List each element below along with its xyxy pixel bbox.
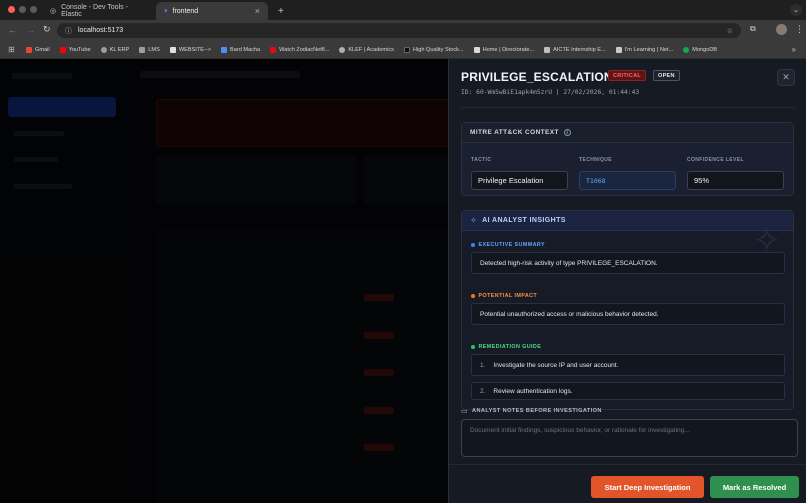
ai-heading: AI ANALYST INSIGHTS	[482, 217, 566, 224]
youtube-icon	[59, 46, 66, 53]
bookmark-youtube[interactable]: YouTube	[59, 46, 91, 53]
alert-title: PRIVILEGE_ESCALATION	[461, 70, 613, 84]
mark-resolved-button[interactable]: Mark as Resolved	[710, 476, 799, 498]
info-icon[interactable]: i	[563, 129, 571, 136]
tab-title: frontend	[172, 7, 199, 15]
technique-label: TECHNIQUE	[579, 157, 613, 163]
gmail-icon	[26, 46, 32, 53]
bookmark-gmail[interactable]: Gmail	[26, 46, 50, 53]
extensions-icon[interactable]: ⧉	[750, 24, 756, 34]
remediation-step: 2. Review authentication logs.	[471, 382, 785, 400]
bookmark-website[interactable]: WEBSITE-->	[169, 46, 211, 53]
technique-field[interactable]: T1068	[579, 171, 676, 190]
mitre-heading: MITRE ATT&CK CONTEXT	[470, 129, 559, 136]
bookmarks-bar: ⊞ Gmail YouTube KL ERP LMS WEBSITE--> Ba…	[0, 41, 806, 59]
status-badge: OPEN	[653, 70, 680, 81]
summary-dot-icon	[471, 243, 475, 247]
avatar[interactable]	[776, 24, 787, 35]
tab-title: Console - Dev Tools - Elastic	[61, 4, 128, 18]
bookmark-star-icon[interactable]: ☆	[727, 27, 733, 35]
footer-divider	[449, 464, 806, 465]
apps-grid-icon[interactable]: ⊞	[8, 45, 15, 54]
bard-icon	[220, 46, 227, 53]
bookmark-aicte[interactable]: AICTE Internship E...	[544, 46, 606, 53]
globe-icon: ◎	[50, 8, 57, 15]
more-bookmarks-icon[interactable]: »	[792, 45, 796, 54]
tactic-label: TACTIC	[471, 157, 492, 163]
lms-icon	[139, 46, 146, 53]
close-icon: ✕	[782, 72, 790, 82]
notes-label: ▭ ANALYST NOTES BEFORE INVESTIGATION	[461, 408, 602, 415]
confidence-label: CONFIDENCE LEVEL	[687, 157, 744, 163]
ai-sparkle-icon: ✧	[470, 216, 478, 225]
browser-tab-strip: ◎ Console - Dev Tools - Elastic ▾ fronte…	[0, 0, 806, 20]
alert-meta: ID: 60-Wm5wBiE1apk4m5zrU | 27/02/2026, 0…	[461, 89, 640, 96]
remediation-step: 1. Investigate the source IP and user acc…	[471, 354, 785, 376]
impact-dot-icon	[471, 294, 475, 298]
learning-icon	[615, 46, 622, 53]
confidence-field[interactable]: 95%	[687, 171, 784, 190]
divider	[461, 107, 795, 108]
forward-icon[interactable]: →	[26, 25, 35, 35]
website-icon	[169, 46, 176, 53]
severity-badge: CRITICAL	[608, 70, 647, 81]
ai-card-header: ✧ AI ANALYST INSIGHTS	[462, 211, 793, 231]
bookmark-mongodb[interactable]: MongoDB	[683, 46, 717, 53]
browser-menu-icon[interactable]: ⋮	[795, 24, 804, 35]
minimize-window-icon[interactable]	[19, 6, 26, 13]
impact-label: POTENTIAL IMPACT	[471, 293, 537, 299]
bookmark-bard[interactable]: Bard Macha	[220, 46, 260, 53]
tab-search-icon[interactable]: ⌄	[790, 4, 802, 16]
back-icon[interactable]: ←	[8, 25, 17, 35]
klef-icon	[339, 46, 346, 53]
mongodb-leaf-icon	[683, 46, 690, 53]
mitre-card-header: MITRE ATT&CK CONTEXT i	[462, 123, 793, 143]
close-window-icon[interactable]	[8, 6, 15, 13]
ai-insights-card: ✧ AI ANALYST INSIGHTS ✧ EXECUTIVE SUMMAR…	[461, 210, 794, 410]
impact-text: Potential unauthorized access or malicio…	[471, 303, 785, 325]
comment-icon: ▭	[461, 408, 469, 415]
browser-tab-devtools[interactable]: ◎ Console - Dev Tools - Elastic	[42, 2, 154, 20]
aicte-icon	[544, 46, 551, 53]
start-deep-investigation-button[interactable]: Start Deep Investigation	[591, 476, 704, 498]
netflix-icon	[270, 46, 277, 53]
bookmark-stock[interactable]: High Quality Stock...	[403, 46, 464, 53]
reload-icon[interactable]: ↻	[43, 24, 51, 35]
frontend-favicon-icon: ▾	[164, 8, 168, 15]
url-text: localhost:5173	[78, 27, 124, 34]
site-info-icon[interactable]: ⓘ	[65, 26, 72, 36]
bookmark-lms[interactable]: LMS	[139, 46, 160, 53]
bookmark-directorate[interactable]: Home | Directorate...	[473, 46, 534, 53]
remediation-label: REMEDIATION GUIDE	[471, 344, 541, 350]
mitre-context-card: MITRE ATT&CK CONTEXT i TACTIC Privilege …	[461, 122, 794, 196]
globe-icon	[100, 46, 107, 53]
bookmark-klef[interactable]: KLEF | Academics	[339, 46, 394, 53]
summary-text: Detected high-risk activity of type PRIV…	[471, 252, 785, 274]
alert-detail-drawer: PRIVILEGE_ESCALATION CRITICAL OPEN ID: 6…	[448, 59, 806, 503]
close-tab-icon[interactable]: ×	[255, 6, 260, 16]
stock-icon	[403, 46, 410, 53]
close-drawer-button[interactable]: ✕	[777, 69, 795, 86]
address-bar[interactable]: ⓘ localhost:5173 ☆	[57, 23, 741, 38]
remediation-dot-icon	[471, 345, 475, 349]
browser-tab-frontend[interactable]: ▾ frontend ×	[156, 2, 268, 20]
bookmark-kl-erp[interactable]: KL ERP	[100, 46, 129, 53]
directorate-icon	[473, 46, 480, 53]
bookmark-learning[interactable]: I'm Learning | Net...	[615, 46, 673, 53]
bookmark-zodiac[interactable]: Watch ZodiacNetfl...	[270, 46, 329, 53]
analyst-notes-input[interactable]	[461, 419, 798, 457]
tactic-field[interactable]: Privilege Escalation	[471, 171, 568, 190]
new-tab-button[interactable]: +	[270, 2, 286, 20]
summary-label: EXECUTIVE SUMMARY	[471, 242, 545, 248]
maximize-window-icon[interactable]	[30, 6, 37, 13]
